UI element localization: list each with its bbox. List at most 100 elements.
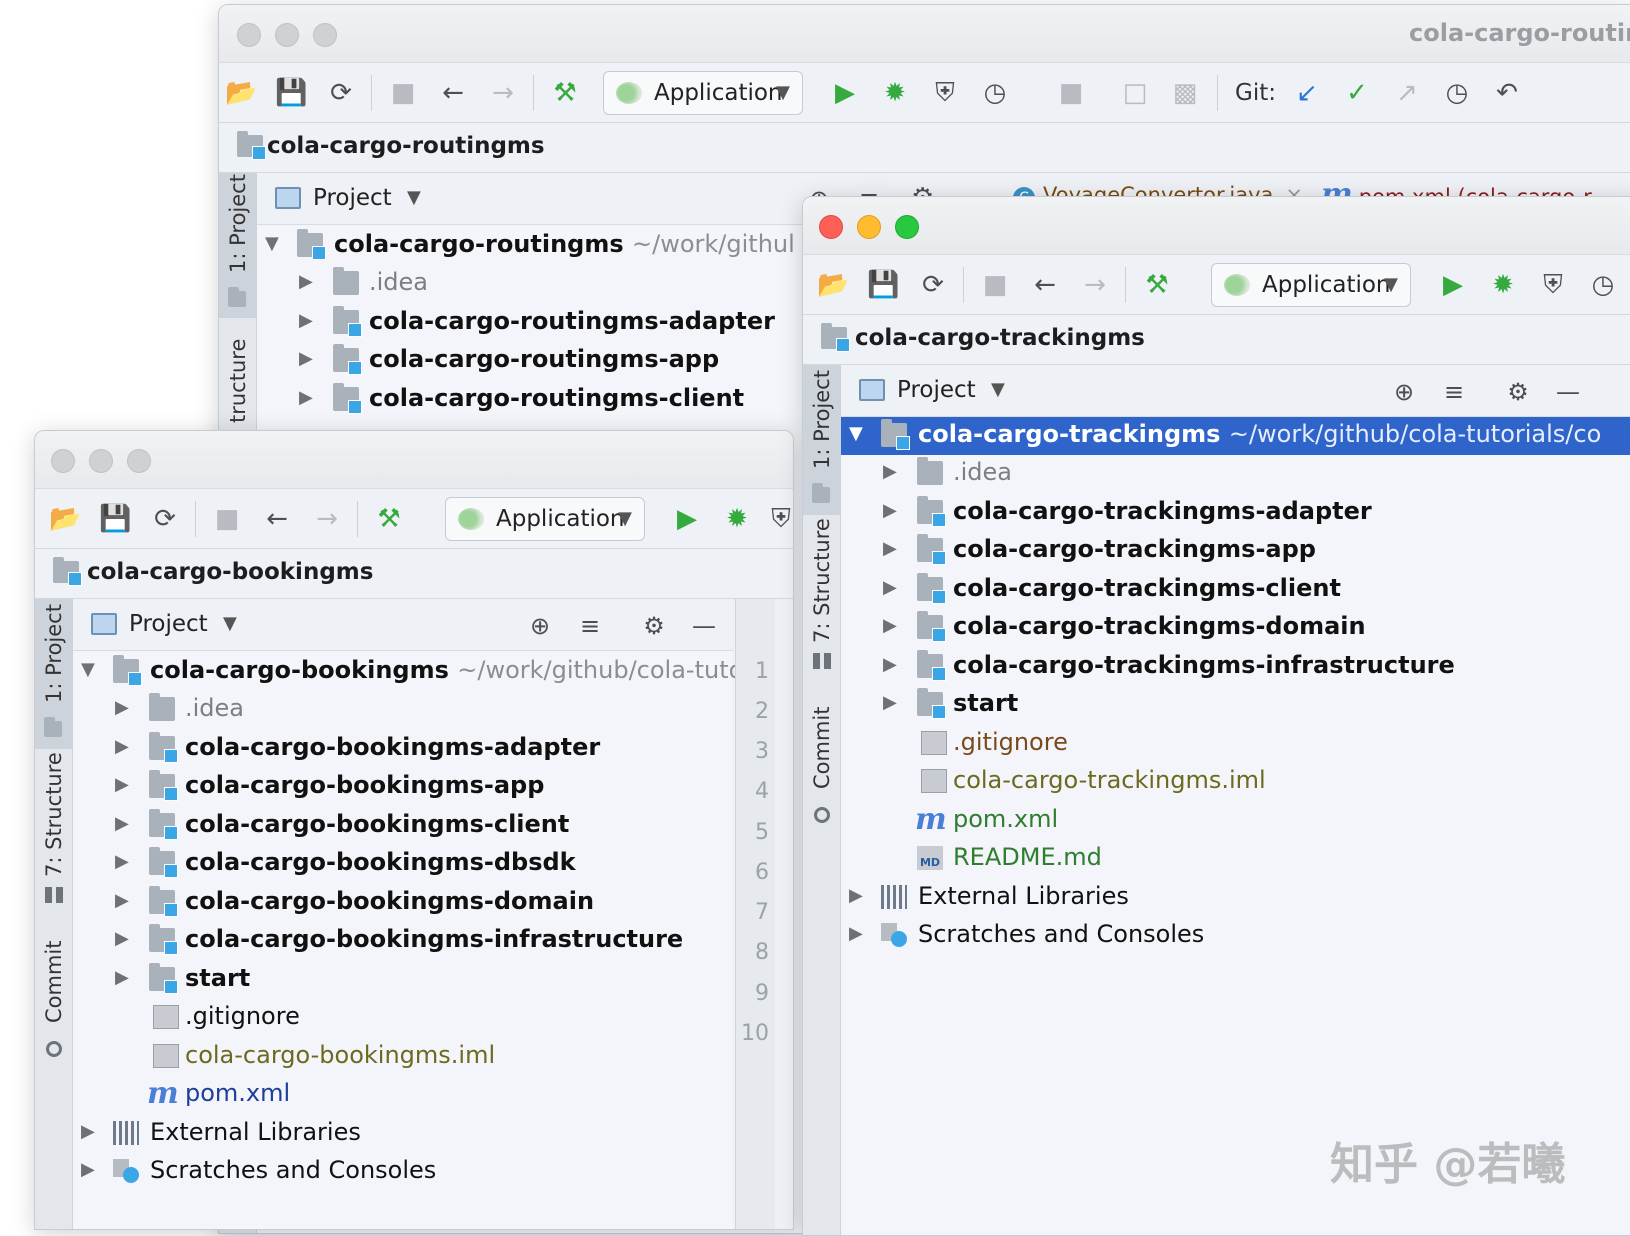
run-config-select[interactable]: Application ▼	[445, 497, 645, 541]
tree-item-infrastructure[interactable]: ▶ cola-cargo-bookingms-infrastructure	[73, 922, 733, 960]
back-arrow-icon[interactable]: ←	[437, 77, 469, 109]
sync-icon[interactable]: ⟳	[325, 77, 357, 109]
expand-arrow-icon[interactable]: ▶	[299, 387, 313, 408]
expand-arrow-icon[interactable]: ▶	[883, 500, 897, 521]
open-folder-icon[interactable]: 📂	[49, 503, 81, 535]
tree-item-iml[interactable]: cola-cargo-bookingms.iml	[73, 1038, 733, 1076]
project-tool-tab[interactable]: 1: Project	[219, 173, 257, 318]
tree-item-gitignore[interactable]: .gitignore	[841, 725, 1630, 763]
tree-root[interactable]: ▼ cola-cargo-routingms ~/work/githul	[257, 227, 857, 265]
git-push-icon[interactable]: ↗	[1391, 77, 1423, 109]
expand-arrow-icon[interactable]: ▶	[81, 1121, 95, 1142]
folder-icon[interactable]: ■	[979, 269, 1011, 301]
tree-item-adapter[interactable]: ▶ cola-cargo-routingms-adapter	[257, 304, 857, 342]
structure-tool-tab[interactable]: tructure	[219, 323, 257, 423]
tree-item-scratches[interactable]: ▶ Scratches and Consoles	[841, 917, 1630, 955]
forward-arrow-icon[interactable]: →	[487, 77, 519, 109]
run-config-select[interactable]: Application ▼	[603, 71, 803, 115]
expand-arrow-icon[interactable]: ▶	[115, 967, 129, 988]
sync-icon[interactable]: ⟳	[149, 503, 181, 535]
rollback-icon[interactable]: ↶	[1491, 77, 1523, 109]
locate-crosshair-icon[interactable]: ⊕	[525, 611, 555, 641]
expand-arrow-icon[interactable]: ▶	[115, 697, 129, 718]
chevron-down-icon[interactable]: ▼	[407, 187, 421, 208]
tree-item-app[interactable]: ▶ cola-cargo-routingms-app	[257, 342, 857, 380]
folder-icon[interactable]: ■	[387, 77, 419, 109]
expand-arrow-icon[interactable]: ▶	[115, 736, 129, 757]
expand-arrow-icon[interactable]: ▶	[299, 348, 313, 369]
project-tool-tab[interactable]: 1: Project	[803, 365, 841, 515]
run-icon[interactable]: ▶	[829, 77, 861, 109]
expand-arrow-icon[interactable]: ▶	[115, 813, 129, 834]
tree-item-iml[interactable]: cola-cargo-trackingms.iml	[841, 763, 1630, 801]
open-folder-icon[interactable]: 📂	[225, 77, 257, 109]
sync-icon[interactable]: ⟳	[917, 269, 949, 301]
breadcrumb[interactable]: cola-cargo-bookingms	[87, 559, 373, 585]
zoom-button[interactable]	[313, 23, 337, 47]
expand-arrow-icon[interactable]: ▶	[115, 851, 129, 872]
tree-item-external-libraries[interactable]: ▶ External Libraries	[73, 1115, 733, 1153]
tree-item-pom[interactable]: m pom.xml	[73, 1076, 733, 1114]
profile-icon[interactable]: ◷	[979, 77, 1011, 109]
attach-icon[interactable]: □	[1119, 77, 1151, 109]
coverage-icon[interactable]: ⛨	[929, 77, 961, 109]
project-tool-tab[interactable]: 1: Project	[35, 599, 73, 749]
debug-bug-icon[interactable]: ✹	[879, 77, 911, 109]
build-hammer-icon[interactable]: ⚒	[373, 503, 405, 535]
coverage-icon[interactable]: ⛨	[1537, 269, 1569, 301]
hide-panel-icon[interactable]: —	[1553, 377, 1583, 407]
tree-item-idea[interactable]: ▶ .idea	[841, 455, 1630, 493]
expand-arrow-icon[interactable]: ▶	[883, 692, 897, 713]
commit-tool-tab[interactable]: Commit	[35, 939, 73, 1069]
build-hammer-icon[interactable]: ⚒	[549, 77, 581, 109]
tree-item-client[interactable]: ▶ cola-cargo-trackingms-client	[841, 571, 1630, 609]
debug-bug-icon[interactable]: ✹	[1487, 269, 1519, 301]
tree-item-pom[interactable]: m pom.xml	[841, 802, 1630, 840]
breadcrumb[interactable]: cola-cargo-trackingms	[855, 325, 1145, 351]
gear-icon[interactable]: ⚙	[1503, 377, 1533, 407]
collapse-arrow-icon[interactable]: ▼	[81, 659, 95, 680]
tree-item-client[interactable]: ▶ cola-cargo-bookingms-client	[73, 807, 733, 845]
expand-arrow-icon[interactable]: ▶	[849, 923, 863, 944]
back-arrow-icon[interactable]: ←	[1029, 269, 1061, 301]
collapse-arrow-icon[interactable]: ▼	[265, 233, 279, 254]
chevron-down-icon[interactable]: ▼	[223, 613, 237, 634]
debug-bug-icon[interactable]: ✹	[721, 503, 753, 535]
tree-item-domain[interactable]: ▶ cola-cargo-trackingms-domain	[841, 609, 1630, 647]
expand-arrow-icon[interactable]: ▶	[883, 538, 897, 559]
tree-item-readme[interactable]: MD README.md	[841, 840, 1630, 878]
structure-tool-tab[interactable]: 7: Structure	[35, 752, 73, 909]
forward-arrow-icon[interactable]: →	[311, 503, 343, 535]
coverage-icon[interactable]: ⛨	[765, 503, 793, 535]
chevron-down-icon[interactable]: ▼	[991, 379, 1005, 400]
tree-item-idea[interactable]: ▶ .idea	[257, 265, 857, 303]
tree-item-app[interactable]: ▶ cola-cargo-bookingms-app	[73, 768, 733, 806]
close-button[interactable]	[51, 449, 75, 473]
commit-tool-tab[interactable]: Commit	[803, 705, 841, 835]
tree-item-start[interactable]: ▶ start	[841, 686, 1630, 724]
structure-tool-tab[interactable]: 7: Structure	[803, 518, 841, 675]
tree-item-gitignore[interactable]: .gitignore	[73, 999, 733, 1037]
stop-icon[interactable]: ■	[1055, 77, 1087, 109]
locate-crosshair-icon[interactable]: ⊕	[1389, 377, 1419, 407]
expand-arrow-icon[interactable]: ▶	[299, 310, 313, 331]
expand-arrow-icon[interactable]: ▶	[849, 885, 863, 906]
tree-item-adapter[interactable]: ▶ cola-cargo-bookingms-adapter	[73, 730, 733, 768]
expand-arrow-icon[interactable]: ▶	[115, 928, 129, 949]
minimize-button[interactable]	[89, 449, 113, 473]
zoom-button[interactable]	[127, 449, 151, 473]
tree-item-domain[interactable]: ▶ cola-cargo-bookingms-domain	[73, 884, 733, 922]
expand-arrow-icon[interactable]: ▶	[115, 890, 129, 911]
close-button[interactable]	[237, 23, 261, 47]
close-button[interactable]	[819, 215, 843, 239]
profile-icon[interactable]: ◷	[1587, 269, 1619, 301]
run-icon[interactable]: ▶	[1437, 269, 1469, 301]
expand-arrow-icon[interactable]: ▶	[81, 1159, 95, 1180]
deploy-icon[interactable]: ▩	[1169, 77, 1201, 109]
git-update-icon[interactable]: ↙	[1291, 77, 1323, 109]
zoom-button[interactable]	[895, 215, 919, 239]
git-commit-icon[interactable]: ✓	[1341, 77, 1373, 109]
gear-icon[interactable]: ⚙	[639, 611, 669, 641]
tree-item-external-libraries[interactable]: ▶ External Libraries	[841, 879, 1630, 917]
tree-root[interactable]: ▼ cola-cargo-bookingms ~/work/github/col…	[73, 653, 743, 691]
